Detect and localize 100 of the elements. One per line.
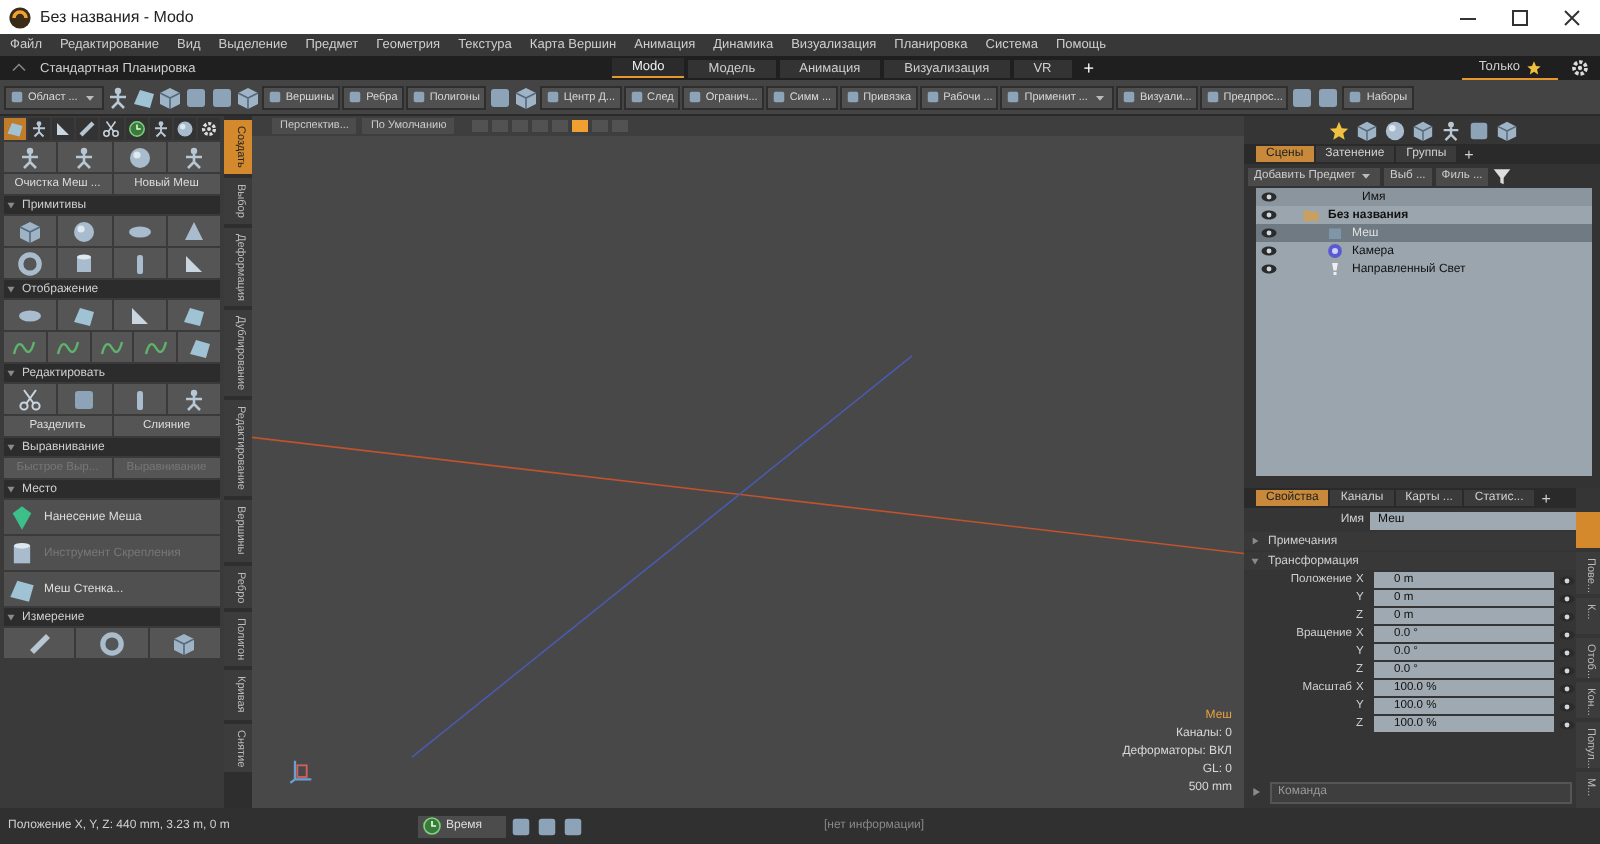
square-icon[interactable] xyxy=(1290,85,1315,109)
tool-button[interactable] xyxy=(91,332,133,362)
square-icon[interactable] xyxy=(510,815,532,837)
square-icon xyxy=(629,90,644,104)
square-icon xyxy=(1121,90,1136,104)
tool-button[interactable] xyxy=(58,216,111,246)
torus-icon xyxy=(99,631,124,655)
square-icon xyxy=(845,90,860,104)
tool-button[interactable] xyxy=(167,300,220,330)
square-icon[interactable] xyxy=(209,85,234,109)
cube-icon[interactable] xyxy=(1495,119,1517,141)
torus-icon xyxy=(18,251,43,275)
sphere-icon[interactable] xyxy=(175,120,194,138)
tool-button[interactable] xyxy=(4,142,57,172)
mesh-icon xyxy=(1326,224,1344,242)
tool-button[interactable] xyxy=(4,216,57,246)
eye-icon[interactable] xyxy=(1260,260,1278,278)
eye-icon[interactable] xyxy=(1260,206,1278,224)
tool-button[interactable] xyxy=(167,384,220,414)
figure-icon[interactable] xyxy=(151,120,170,138)
close-icon[interactable] xyxy=(1560,5,1584,29)
window-title: Без названия - Modo xyxy=(40,8,194,26)
tool-button[interactable] xyxy=(178,332,220,362)
eye-icon[interactable] xyxy=(1558,679,1576,697)
tool-button[interactable] xyxy=(113,216,166,246)
cone-icon xyxy=(181,219,206,243)
tool-button[interactable] xyxy=(47,332,90,362)
cube-icon[interactable] xyxy=(1411,119,1433,141)
sphere-icon xyxy=(72,219,97,243)
eye-icon[interactable] xyxy=(1260,188,1278,206)
tool-button[interactable] xyxy=(4,300,57,330)
sphere-icon[interactable] xyxy=(1383,119,1405,141)
sheet-icon xyxy=(181,303,206,327)
expand-icon[interactable] xyxy=(10,59,28,77)
tool-button[interactable] xyxy=(58,142,111,172)
cube-icon[interactable] xyxy=(157,85,182,109)
tool-button[interactable] xyxy=(58,300,111,330)
square-icon xyxy=(348,90,363,104)
eye-icon[interactable] xyxy=(1260,224,1278,242)
app-logo-icon xyxy=(8,5,32,29)
eye-icon[interactable] xyxy=(1558,697,1576,715)
tool-button[interactable] xyxy=(58,248,111,278)
cylinder-icon xyxy=(8,539,36,567)
tool-button[interactable] xyxy=(167,248,220,278)
eye-icon[interactable] xyxy=(1558,607,1576,625)
eye-icon[interactable] xyxy=(1558,643,1576,661)
tool-button[interactable] xyxy=(113,300,166,330)
add-tab-button[interactable]: + xyxy=(1458,145,1480,163)
ruler-icon xyxy=(27,631,52,655)
eye-icon[interactable] xyxy=(1558,589,1576,607)
tool-button[interactable] xyxy=(149,628,220,658)
add-tab-button[interactable]: + xyxy=(1535,489,1557,507)
tool-button[interactable] xyxy=(58,384,111,414)
square-icon[interactable] xyxy=(1467,119,1489,141)
figure-icon xyxy=(181,145,206,169)
tool-button[interactable] xyxy=(76,628,148,658)
square-icon xyxy=(545,90,560,104)
sheet-icon xyxy=(72,303,97,327)
cube-icon xyxy=(18,219,43,243)
square-icon xyxy=(1205,90,1220,104)
gem-icon xyxy=(8,503,36,531)
settings-icon[interactable] xyxy=(1570,58,1590,78)
square-icon[interactable] xyxy=(536,815,558,837)
cube-icon[interactable] xyxy=(513,85,538,109)
add-tab-button[interactable]: + xyxy=(1075,58,1102,78)
cube-icon[interactable] xyxy=(235,85,260,109)
square-icon[interactable] xyxy=(1316,85,1341,109)
sheet-icon[interactable] xyxy=(131,85,156,109)
star-icon[interactable] xyxy=(1327,119,1349,141)
figure-icon[interactable] xyxy=(105,85,130,109)
figure-icon[interactable] xyxy=(30,120,49,138)
maximize-icon[interactable] xyxy=(1508,5,1532,29)
eye-icon[interactable] xyxy=(1558,715,1576,733)
square-icon[interactable] xyxy=(562,815,584,837)
tool-button[interactable] xyxy=(113,142,166,172)
ruler-icon[interactable] xyxy=(78,120,97,138)
tool-button[interactable] xyxy=(4,628,75,658)
tri-icon[interactable] xyxy=(54,120,73,138)
tool-button[interactable] xyxy=(113,248,166,278)
square-icon[interactable] xyxy=(487,85,512,109)
gear-icon[interactable] xyxy=(199,120,218,138)
axis-gizmo-icon xyxy=(288,756,316,784)
tool-button[interactable] xyxy=(167,216,220,246)
tool-button[interactable] xyxy=(4,248,57,278)
figure-icon[interactable] xyxy=(1439,119,1461,141)
eye-icon[interactable] xyxy=(1260,242,1278,260)
square-icon xyxy=(1348,90,1363,104)
tool-button[interactable] xyxy=(113,384,166,414)
eye-icon[interactable] xyxy=(1558,571,1576,589)
cube-icon[interactable] xyxy=(1355,119,1377,141)
tool-button[interactable] xyxy=(167,142,220,172)
eye-icon[interactable] xyxy=(1558,625,1576,643)
tool-button[interactable] xyxy=(134,332,177,362)
scissors-icon[interactable] xyxy=(102,120,121,138)
square-icon xyxy=(411,90,426,104)
square-icon[interactable] xyxy=(183,85,208,109)
tool-button[interactable] xyxy=(4,332,46,362)
clock-icon[interactable] xyxy=(127,120,146,138)
tool-button[interactable] xyxy=(4,384,57,414)
eye-icon[interactable] xyxy=(1558,661,1576,679)
